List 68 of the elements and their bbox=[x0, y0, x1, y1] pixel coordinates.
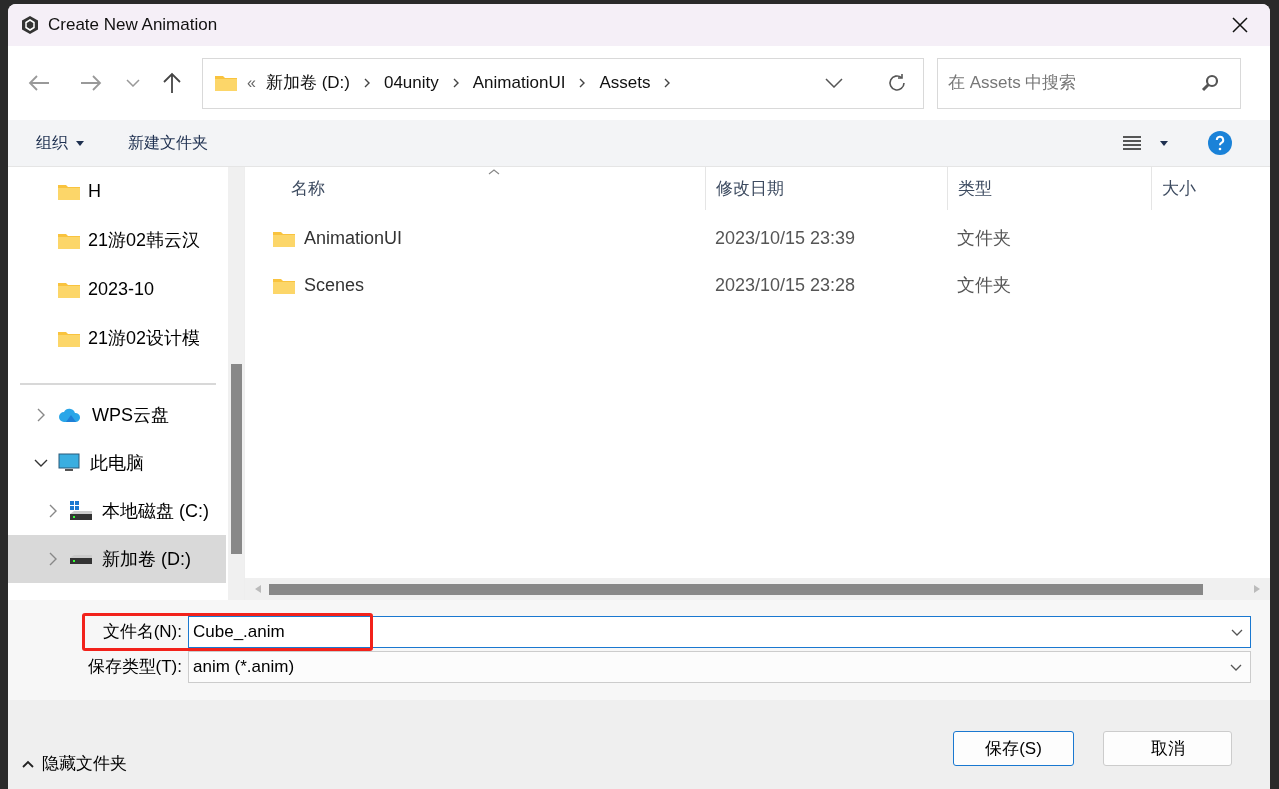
breadcrumb-segment[interactable]: Assets bbox=[599, 70, 651, 96]
cancel-button[interactable]: 取消 bbox=[1103, 731, 1232, 766]
address-bar[interactable]: « 新加卷 (D:) 04unity AnimationUI Assets bbox=[202, 57, 924, 109]
chevron-right-icon[interactable] bbox=[452, 78, 459, 88]
monitor-icon bbox=[58, 453, 80, 473]
breadcrumb-segment[interactable]: AnimationUI bbox=[472, 70, 566, 96]
file-name[interactable]: Scenes bbox=[304, 272, 365, 299]
overflow-chevrons[interactable]: « bbox=[247, 71, 256, 95]
table-cell-text: 2023/10/15 23:28 bbox=[714, 274, 857, 297]
app-logo-icon bbox=[20, 15, 40, 35]
search-icon[interactable] bbox=[1201, 73, 1219, 92]
window-title: Create New Animation bbox=[48, 14, 218, 37]
tree-item[interactable]: 此电脑 bbox=[8, 439, 226, 487]
chevron-down-icon[interactable] bbox=[1231, 629, 1243, 636]
folder-icon bbox=[215, 75, 237, 91]
breadcrumb-segment[interactable]: 04unity bbox=[383, 70, 439, 96]
cloud-icon bbox=[58, 407, 82, 423]
chevron-down-icon[interactable] bbox=[825, 78, 843, 88]
close-icon[interactable] bbox=[1232, 17, 1248, 33]
filename-field[interactable]: Cube_.anim bbox=[188, 616, 1251, 648]
file-name[interactable]: AnimationUI bbox=[304, 225, 403, 252]
view-list-icon[interactable] bbox=[1122, 135, 1142, 151]
folder-icon bbox=[58, 232, 80, 249]
chevron-right-icon[interactable] bbox=[363, 78, 370, 88]
caret-icon bbox=[76, 140, 84, 146]
search-field[interactable]: 在 Assets 中搜索 bbox=[937, 57, 1241, 109]
chevron-right-icon[interactable] bbox=[579, 78, 586, 88]
caret-icon[interactable] bbox=[1160, 140, 1168, 146]
folder-icon bbox=[58, 330, 80, 347]
table-cell-text: 文件夹 bbox=[956, 274, 1012, 297]
column-header[interactable]: 类型 bbox=[947, 167, 1151, 210]
sidebar-item[interactable]: 21游02韩云汉 bbox=[8, 216, 228, 265]
new-folder-button[interactable]: 新建文件夹 bbox=[128, 131, 208, 155]
column-header[interactable]: 大小 bbox=[1151, 167, 1251, 210]
hide-folders-toggle[interactable]: 隐藏文件夹 bbox=[22, 750, 127, 777]
tree-item[interactable]: 本地磁盘 (C:) bbox=[8, 487, 226, 535]
sidebar-item[interactable]: 2023-10 bbox=[8, 265, 228, 314]
back-arrow-icon[interactable] bbox=[28, 74, 50, 92]
chevron-right-icon[interactable] bbox=[664, 78, 671, 88]
folder-icon bbox=[273, 277, 295, 294]
folder-icon bbox=[58, 281, 80, 298]
filename-label: 文件名(N): bbox=[101, 621, 183, 644]
refresh-icon[interactable] bbox=[887, 73, 907, 93]
filetype-dropdown[interactable]: anim (*.anim) bbox=[188, 651, 1251, 683]
save-button[interactable]: 保存(S) bbox=[953, 731, 1074, 766]
scrollbar-thumb[interactable] bbox=[230, 364, 242, 554]
column-header[interactable]: 名称 bbox=[245, 167, 705, 210]
folder-icon bbox=[58, 183, 80, 200]
filetype-label: 保存类型(T): bbox=[86, 656, 183, 679]
drive-icon bbox=[70, 501, 92, 521]
column-header[interactable]: 修改日期 bbox=[705, 167, 947, 210]
sidebar-item[interactable]: H bbox=[8, 167, 228, 216]
scrollbar-thumb[interactable] bbox=[269, 583, 1203, 595]
chevron-down-icon[interactable] bbox=[1230, 663, 1242, 671]
drive-icon bbox=[70, 554, 92, 564]
forward-arrow-icon[interactable] bbox=[80, 74, 102, 92]
table-cell-text: 2023/10/15 23:39 bbox=[714, 227, 857, 250]
folder-icon bbox=[273, 230, 295, 247]
organize-menu[interactable]: 组织 bbox=[36, 131, 84, 155]
tree-item[interactable]: WPS云盘 bbox=[8, 391, 226, 439]
help-icon[interactable] bbox=[1208, 131, 1232, 155]
sidebar-item[interactable]: 21游02设计模 bbox=[8, 314, 228, 363]
chevron-up-icon bbox=[22, 759, 34, 768]
sort-caret-icon bbox=[488, 169, 500, 175]
up-arrow-icon[interactable] bbox=[162, 72, 182, 94]
table-cell-text: 文件夹 bbox=[956, 227, 1012, 250]
breadcrumb-segment[interactable]: 新加卷 (D:) bbox=[265, 70, 350, 96]
tree-item[interactable]: 新加卷 (D:) bbox=[8, 535, 226, 583]
